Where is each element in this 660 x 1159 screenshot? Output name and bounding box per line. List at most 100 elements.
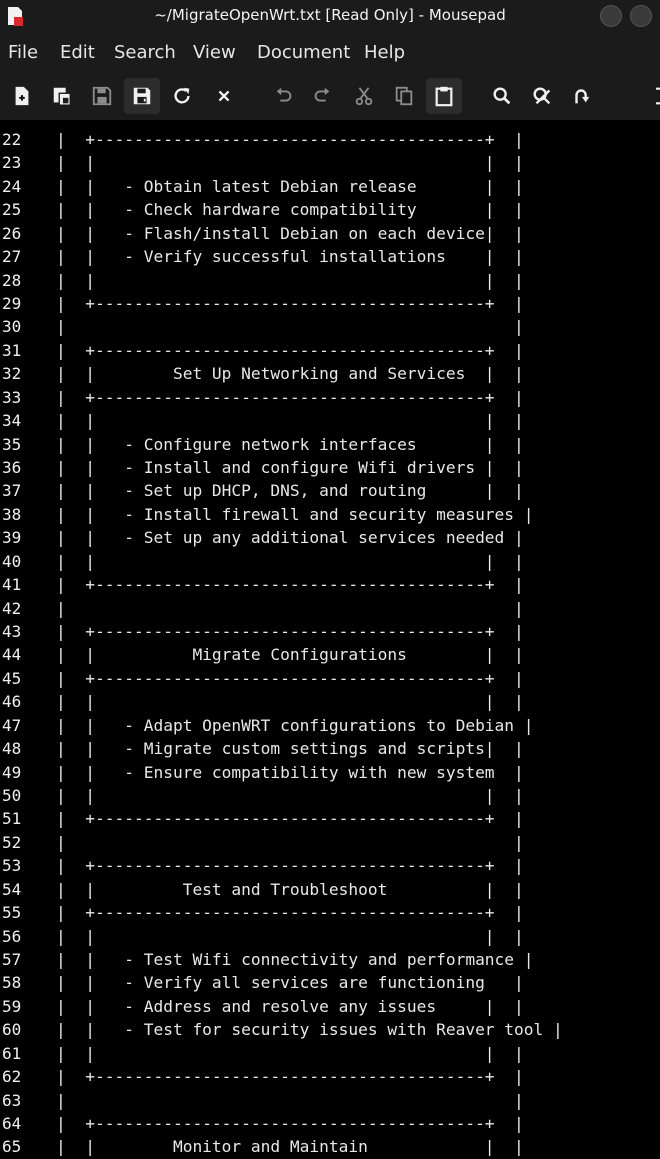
editor-line[interactable]: 44 | | Migrate Configurations | | <box>0 643 660 666</box>
editor-line[interactable]: 29 | +-----------------------------------… <box>0 292 660 315</box>
line-text[interactable]: | | | | <box>56 409 524 432</box>
undo-icon[interactable] <box>266 78 302 114</box>
line-text[interactable]: | | - Test Wifi connectivity and perform… <box>56 948 534 971</box>
reload-icon[interactable] <box>164 78 200 114</box>
line-text[interactable]: | | - Test for security issues with Reav… <box>56 1018 563 1041</box>
editor-line[interactable]: 54 | | Test and Troubleshoot | | <box>0 878 660 901</box>
editor-line[interactable]: 37 | | - Set up DHCP, DNS, and routing | … <box>0 479 660 502</box>
line-text[interactable]: | | - Address and resolve any issues | | <box>56 995 524 1018</box>
line-text[interactable]: | | - Set up any additional services nee… <box>56 526 524 549</box>
editor-line[interactable]: 22 | +-----------------------------------… <box>0 128 660 151</box>
menu-edit[interactable]: Edit <box>60 42 95 63</box>
line-text[interactable]: | | | | <box>56 269 524 292</box>
editor-line[interactable]: 33 | +-----------------------------------… <box>0 386 660 409</box>
line-text[interactable]: | +-------------------------------------… <box>56 1112 524 1135</box>
editor-line[interactable]: 24 | | - Obtain latest Debian release | | <box>0 175 660 198</box>
editor-line[interactable]: 43 | +-----------------------------------… <box>0 620 660 643</box>
close-tab-icon[interactable] <box>206 78 242 114</box>
go-to-line-icon[interactable] <box>564 78 600 114</box>
line-text[interactable]: | +-------------------------------------… <box>56 386 524 409</box>
editor-line[interactable]: 35 | | - Configure network interfaces | | <box>0 433 660 456</box>
line-text[interactable]: | | | | <box>56 784 524 807</box>
editor-line[interactable]: 23 | | | | <box>0 151 660 174</box>
line-text[interactable]: | +-------------------------------------… <box>56 620 524 643</box>
editor-line[interactable]: 57 | | - Test Wifi connectivity and perfo… <box>0 948 660 971</box>
editor-line[interactable]: 39 | | - Set up any additional services n… <box>0 526 660 549</box>
new-window-icon[interactable] <box>44 78 80 114</box>
line-text[interactable]: | | <box>56 315 524 338</box>
editor-line[interactable]: 46 | | | | <box>0 690 660 713</box>
line-text[interactable]: | +-------------------------------------… <box>56 667 524 690</box>
save-as-icon[interactable] <box>124 78 160 114</box>
menu-search[interactable]: Search <box>114 42 176 63</box>
menu-file[interactable]: File <box>8 42 38 63</box>
editor-line[interactable]: 49 | | - Ensure compatibility with new sy… <box>0 761 660 784</box>
editor-line[interactable]: 34 | | | | <box>0 409 660 432</box>
line-text[interactable]: | | | | <box>56 151 524 174</box>
paste-icon[interactable] <box>426 78 462 114</box>
fullscreen-icon[interactable] <box>638 78 660 114</box>
line-text[interactable]: | | - Set up DHCP, DNS, and routing | | <box>56 479 524 502</box>
line-text[interactable]: | | - Configure network interfaces | | <box>56 433 524 456</box>
editor-line[interactable]: 51 | +-----------------------------------… <box>0 807 660 830</box>
editor-line[interactable]: 30 | | <box>0 315 660 338</box>
line-text[interactable]: | | - Verify all services are functionin… <box>56 971 524 994</box>
editor-line[interactable]: 28 | | | | <box>0 269 660 292</box>
copy-icon[interactable] <box>386 78 422 114</box>
editor-line[interactable]: 41 | +-----------------------------------… <box>0 573 660 596</box>
line-text[interactable]: | +-------------------------------------… <box>56 292 524 315</box>
line-text[interactable]: | | - Verify successful installations | … <box>56 245 524 268</box>
editor-line[interactable]: 52 | | <box>0 831 660 854</box>
editor-line[interactable]: 62 | +-----------------------------------… <box>0 1065 660 1088</box>
line-text[interactable]: | +-------------------------------------… <box>56 807 524 830</box>
editor-line[interactable]: 42 | | <box>0 597 660 620</box>
line-text[interactable]: | | - Flash/install Debian on each devic… <box>56 222 524 245</box>
line-text[interactable]: | | | | <box>56 925 524 948</box>
editor-line[interactable]: 60 | | - Test for security issues with Re… <box>0 1018 660 1041</box>
editor-line[interactable]: 63 | | <box>0 1089 660 1112</box>
editor-line[interactable]: 59 | | - Address and resolve any issues |… <box>0 995 660 1018</box>
editor-line[interactable]: 45 | +-----------------------------------… <box>0 667 660 690</box>
minimize-button[interactable] <box>600 5 622 27</box>
close-window-button[interactable] <box>630 5 652 27</box>
save-icon[interactable] <box>84 78 120 114</box>
line-text[interactable]: | +-------------------------------------… <box>56 339 524 362</box>
line-text[interactable]: | | Migrate Configurations | | <box>56 643 524 666</box>
editor-line[interactable]: 32 | | Set Up Networking and Services | | <box>0 362 660 385</box>
line-text[interactable]: | | - Migrate custom settings and script… <box>56 737 524 760</box>
line-text[interactable]: | | <box>56 831 524 854</box>
editor-line[interactable]: 56 | | | | <box>0 925 660 948</box>
line-text[interactable]: | | Monitor and Maintain | | <box>56 1135 524 1158</box>
text-editor-area[interactable]: 22 | +-----------------------------------… <box>0 122 660 1159</box>
line-text[interactable]: | | | | <box>56 690 524 713</box>
menu-document[interactable]: Document <box>257 42 350 63</box>
line-text[interactable]: | | - Adapt OpenWRT configurations to De… <box>56 714 534 737</box>
editor-line[interactable]: 61 | | | | <box>0 1042 660 1065</box>
editor-line[interactable]: 31 | +-----------------------------------… <box>0 339 660 362</box>
cut-icon[interactable] <box>346 78 382 114</box>
line-text[interactable]: | | | | <box>56 550 524 573</box>
find-replace-icon[interactable] <box>524 78 560 114</box>
line-text[interactable]: | | - Install and configure Wifi drivers… <box>56 456 524 479</box>
editor-line[interactable]: 27 | | - Verify successful installations … <box>0 245 660 268</box>
editor-line[interactable]: 47 | | - Adapt OpenWRT configurations to … <box>0 714 660 737</box>
menu-view[interactable]: View <box>193 42 236 63</box>
editor-line[interactable]: 25 | | - Check hardware compatibility | | <box>0 198 660 221</box>
line-text[interactable]: | +-------------------------------------… <box>56 573 524 596</box>
line-text[interactable]: | | Test and Troubleshoot | | <box>56 878 524 901</box>
line-text[interactable]: | +-------------------------------------… <box>56 1065 524 1088</box>
line-text[interactable]: | | | | <box>56 1042 524 1065</box>
line-text[interactable]: | | - Install firewall and security meas… <box>56 503 534 526</box>
editor-line[interactable]: 55 | +-----------------------------------… <box>0 901 660 924</box>
menu-help[interactable]: Help <box>364 42 405 63</box>
editor-line[interactable]: 40 | | | | <box>0 550 660 573</box>
editor-line[interactable]: 48 | | - Migrate custom settings and scri… <box>0 737 660 760</box>
line-text[interactable]: | +-------------------------------------… <box>56 854 524 877</box>
line-text[interactable]: | +-------------------------------------… <box>56 901 524 924</box>
line-text[interactable]: | | - Check hardware compatibility | | <box>56 198 524 221</box>
line-text[interactable]: | | - Obtain latest Debian release | | <box>56 175 524 198</box>
line-text[interactable]: | | <box>56 1089 524 1112</box>
line-text[interactable]: | +-------------------------------------… <box>56 128 524 151</box>
redo-icon[interactable] <box>304 78 340 114</box>
editor-line[interactable]: 53 | +-----------------------------------… <box>0 854 660 877</box>
